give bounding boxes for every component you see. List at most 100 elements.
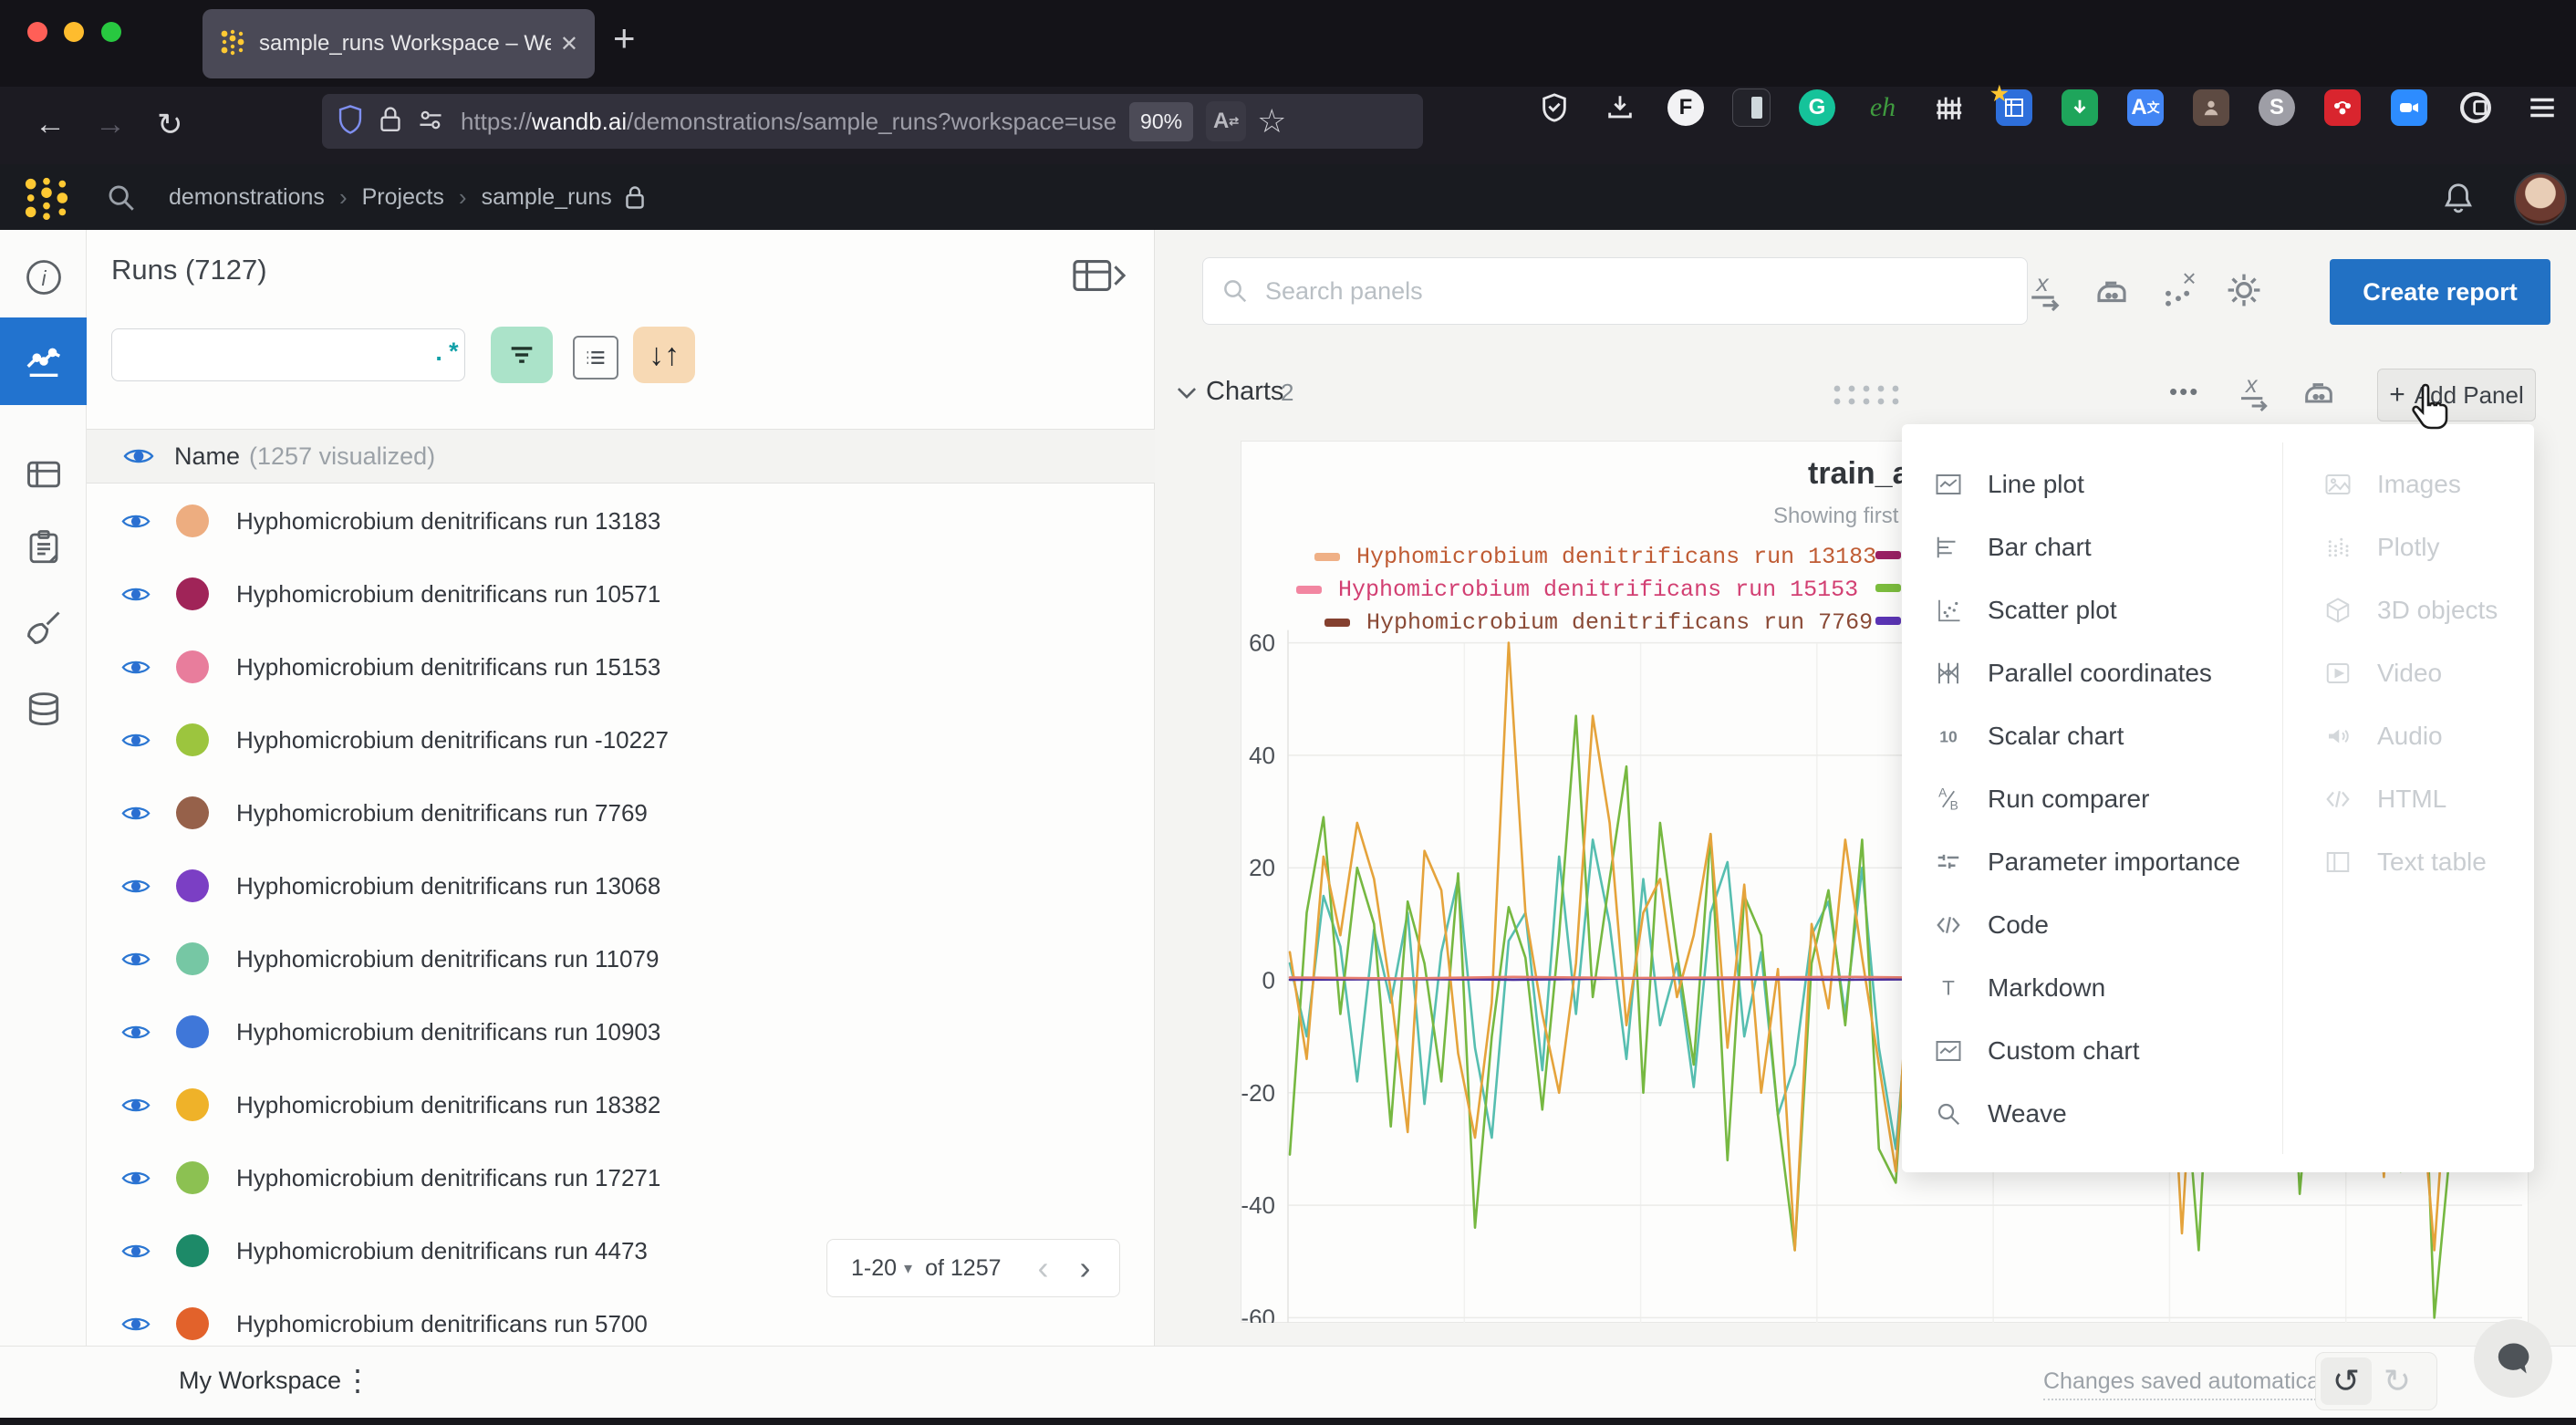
menu-item-run-comparer[interactable]: ABRun comparer [1902,767,2280,830]
run-row[interactable]: Hyphomicrobium denitrificans run -10227 [87,703,1155,776]
mac-minimize-button[interactable] [64,22,84,42]
prev-page-icon[interactable]: ‹ [1038,1249,1049,1287]
visibility-eye-icon[interactable] [121,730,151,751]
pocket-shield-icon[interactable] [1534,88,1574,128]
gear-icon[interactable] [2224,270,2264,310]
create-report-button[interactable]: Create report [2330,259,2550,325]
next-page-icon[interactable]: › [1080,1249,1091,1287]
add-panel-button[interactable]: + Add Panel [2377,369,2536,421]
portrait-icon[interactable] [2191,88,2231,128]
support-chat-button[interactable] [2474,1319,2552,1398]
menu-item-parallel-coordinates[interactable]: Parallel coordinates [1902,641,2280,704]
breadcrumb-entity[interactable]: demonstrations [169,184,325,211]
undo-button[interactable]: ↺ [2321,1357,2372,1405]
run-row[interactable]: Hyphomicrobium denitrificans run 10903 [87,995,1155,1068]
menu-item-code[interactable]: Code [1902,893,2280,956]
menu-item-scatter-plot[interactable]: Scatter plot [1902,578,2280,641]
visibility-eye-icon[interactable] [121,1314,151,1335]
mac-close-button[interactable] [27,22,47,42]
run-name[interactable]: Hyphomicrobium denitrificans run 7769 [236,799,648,827]
visibility-eye-icon[interactable] [121,511,151,532]
expand-table-icon[interactable] [1073,257,1126,298]
run-row[interactable]: Hyphomicrobium denitrificans run 10571 [87,557,1155,630]
sort-button[interactable]: ↓↑ [633,327,695,383]
fence-icon[interactable] [1928,88,1968,128]
runs-table-header[interactable]: Name (1257 visualized) [87,429,1155,484]
panel-settings-icon[interactable] [2301,374,2337,411]
mendeley-icon[interactable] [2322,88,2363,128]
dark-panel-icon[interactable] [1731,88,1771,128]
section-more-icon[interactable]: ••• [2169,378,2199,406]
run-row[interactable]: Hyphomicrobium denitrificans run 17271 [87,1141,1155,1214]
run-name[interactable]: Hyphomicrobium denitrificans run 13183 [236,507,660,536]
menu-item-markdown[interactable]: TMarkdown [1902,956,2280,1019]
run-row[interactable]: Hyphomicrobium denitrificans run 7769 [87,776,1155,849]
grammarly-icon[interactable]: G [1797,88,1837,128]
run-name[interactable]: Hyphomicrobium denitrificans run 4473 [236,1237,648,1265]
filter-button[interactable] [491,327,553,383]
close-tab-icon[interactable]: ✕ [560,31,578,57]
run-name[interactable]: Hyphomicrobium denitrificans run 11079 [236,945,659,973]
workspace-name[interactable]: My Workspace [179,1367,341,1395]
name-column-header[interactable]: Name [174,442,240,471]
section-title[interactable]: Charts [1206,377,1283,407]
visibility-eye-icon[interactable] [121,1241,151,1262]
runs-search[interactable]: .* [111,328,465,381]
run-name[interactable]: Hyphomicrobium denitrificans run 18382 [236,1091,660,1119]
sidebar-item-table[interactable] [0,442,87,507]
wandb-logo-icon[interactable] [20,175,73,225]
menu-item-line-plot[interactable]: Line plot [1902,452,2280,515]
outliers-icon[interactable]: ✕ [2158,270,2198,310]
reload-button[interactable]: ↻ [157,107,183,143]
visibility-eye-icon[interactable] [121,949,151,970]
translate-icon[interactable]: A文 [2125,88,2166,128]
sidebar-item-sweeps[interactable] [0,595,87,660]
visibility-eye-icon[interactable] [121,803,151,824]
url-bar[interactable]: https://wandb.ai/demonstrations/sample_r… [322,94,1423,149]
x-axis-settings-icon[interactable]: x [2027,270,2065,312]
panel-search-input[interactable] [1263,276,2009,307]
run-name[interactable]: Hyphomicrobium denitrificans run 13068 [236,872,660,900]
run-name[interactable]: Hyphomicrobium denitrificans run 10571 [236,580,660,608]
visibility-eye-icon[interactable] [123,445,154,467]
download-icon[interactable] [1600,88,1640,128]
back-button[interactable]: ← [35,107,66,142]
page-range[interactable]: 1-20 [851,1255,897,1282]
user-avatar[interactable] [2514,172,2567,225]
new-tab-button[interactable]: + [613,16,636,60]
s-badge-icon[interactable]: S [2257,88,2297,128]
run-row[interactable]: Hyphomicrobium denitrificans run 11079 [87,922,1155,995]
breadcrumb-projects[interactable]: Projects [362,184,444,211]
redo-button[interactable]: ↻ [2372,1357,2423,1405]
zoom-icon[interactable] [2389,88,2429,128]
green-download-icon[interactable] [2060,88,2100,128]
breadcrumb-project-name[interactable]: sample_runs [482,184,612,211]
zoom-level-badge[interactable]: 90% [1129,102,1193,141]
forward-button[interactable]: → [95,107,126,142]
menu-item-scalar-chart[interactable]: 10Scalar chart [1902,704,2280,767]
overview-info-icon[interactable]: i [0,244,87,310]
panel-search[interactable] [1202,257,2028,325]
visibility-eye-icon[interactable] [121,657,151,678]
runs-search-input[interactable] [134,341,431,369]
menu-icon[interactable] [2522,88,2562,128]
run-name[interactable]: Hyphomicrobium denitrificans run 15153 [236,653,660,681]
visibility-eye-icon[interactable] [121,1168,151,1189]
bookmark-star-icon[interactable]: ☆ [1257,102,1286,140]
collapse-section-icon[interactable] [1175,383,1199,406]
shield-icon[interactable] [337,104,364,140]
run-name[interactable]: Hyphomicrobium denitrificans run 17271 [236,1164,660,1192]
sidebar-item-logs[interactable] [0,515,87,580]
x-axis-settings-icon[interactable]: x [2237,372,2273,412]
panel-settings-icon[interactable] [2093,272,2131,310]
run-name[interactable]: Hyphomicrobium denitrificans run 5700 [236,1310,648,1338]
mac-zoom-button[interactable] [101,22,121,42]
menu-item-custom-chart[interactable]: Custom chart [1902,1019,2280,1082]
translate-page-icon[interactable]: A⇄ [1206,101,1246,141]
menu-item-parameter-importance[interactable]: Parameter importance [1902,830,2280,893]
spreadsheet-star-icon[interactable]: ★ [1994,88,2034,128]
f-badge-icon[interactable]: F [1666,88,1706,128]
eh-icon[interactable]: eh [1863,88,1903,128]
browser-tab[interactable]: sample_runs Workspace – Weig ✕ [203,9,595,78]
run-name[interactable]: Hyphomicrobium denitrificans run -10227 [236,726,669,754]
